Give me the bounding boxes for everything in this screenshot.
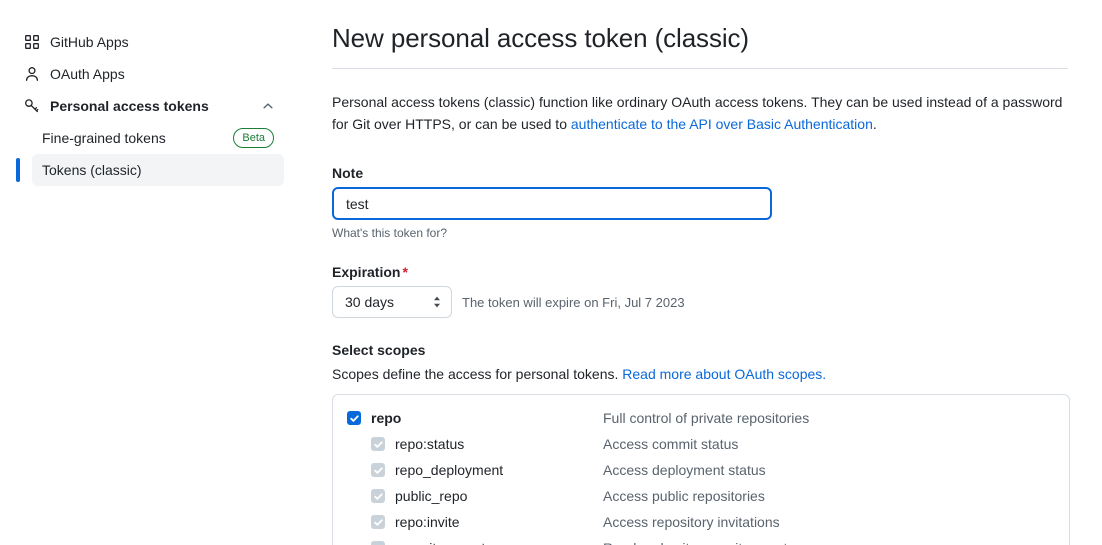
scope-checkbox-security-events <box>371 541 385 545</box>
apps-grid-icon <box>24 34 40 50</box>
required-asterisk: * <box>402 264 408 280</box>
sidebar-item-fine-grained-tokens[interactable]: Fine-grained tokens Beta <box>32 122 284 154</box>
active-indicator-bar <box>16 158 20 182</box>
expiration-row: 30 days The token will expire on Fri, Ju… <box>332 286 1068 318</box>
note-hint: What's this token for? <box>332 226 448 240</box>
scope-description: Access deployment status <box>603 462 766 478</box>
scope-name-cell: public_repo <box>347 488 603 504</box>
scope-row-public-repo: public_repo Access public repositories <box>333 483 1069 509</box>
scope-row-repo-deployment: repo_deployment Access deployment status <box>333 457 1069 483</box>
expiration-field-group: Expiration * 30 days The token will expir… <box>332 264 1068 318</box>
scope-row-repo-status: repo:status Access commit status <box>333 431 1069 457</box>
expiration-select-wrapper: 30 days <box>332 286 452 318</box>
scope-name-cell: repo:invite <box>347 514 603 530</box>
intro-paragraph: Personal access tokens (classic) functio… <box>332 91 1068 135</box>
main-content: New personal access token (classic) Pers… <box>300 0 1102 545</box>
sidebar-item-label: Personal access tokens <box>50 98 209 114</box>
oauth-scopes-link[interactable]: Read more about OAuth scopes. <box>622 366 826 382</box>
scope-name-cell: repo_deployment <box>347 462 603 478</box>
scope-row-repo[interactable]: repo Full control of private repositorie… <box>333 405 1069 431</box>
expiration-select[interactable]: 30 days <box>332 286 452 318</box>
scope-checkbox-repo[interactable] <box>347 411 361 425</box>
expiration-label-text: Expiration <box>332 264 401 280</box>
expiration-label: Expiration * <box>332 264 1068 280</box>
scope-label: security_events <box>395 540 492 545</box>
note-label: Note <box>332 165 364 181</box>
sidebar-item-github-apps[interactable]: GitHub Apps <box>16 26 284 58</box>
note-input[interactable] <box>332 187 772 220</box>
scopes-description-text: Scopes define the access for personal to… <box>332 366 623 382</box>
expiration-note: The token will expire on Fri, Jul 7 2023 <box>462 294 685 310</box>
scope-description: Access public repositories <box>603 488 765 504</box>
scope-description: Access commit status <box>603 436 739 452</box>
sidebar-item-personal-access-tokens[interactable]: Personal access tokens <box>16 90 284 122</box>
note-field-group: Note What's this token for? <box>332 165 1068 240</box>
scope-name-cell: security_events <box>347 540 603 545</box>
sidebar-item-oauth-apps[interactable]: OAuth Apps <box>16 58 284 90</box>
chevron-up-icon[interactable] <box>260 98 276 114</box>
scopes-section: Select scopes Scopes define the access f… <box>332 342 1070 545</box>
scope-row-security-events: security_events Read and write security … <box>333 535 1069 545</box>
scope-label: repo:status <box>395 436 465 452</box>
scope-description: Access repository invitations <box>603 514 780 530</box>
basic-auth-link[interactable]: authenticate to the API over Basic Authe… <box>571 116 873 132</box>
intro-text-after: . <box>872 116 877 132</box>
scope-label: repo <box>371 410 402 426</box>
scope-name-cell: repo <box>347 410 603 426</box>
sidebar-item-tokens-classic[interactable]: Tokens (classic) <box>16 154 284 186</box>
title-divider <box>332 68 1068 69</box>
scope-label: public_repo <box>395 488 468 504</box>
page-title: New personal access token (classic) <box>332 23 749 53</box>
sidebar-subitem-label: Tokens (classic) <box>42 162 142 178</box>
beta-badge: Beta <box>233 128 274 148</box>
scope-checkbox-repo-deployment <box>371 463 385 477</box>
scope-checkbox-repo-invite <box>371 515 385 529</box>
key-icon <box>24 98 40 114</box>
person-icon <box>24 66 40 82</box>
scope-label: repo_deployment <box>395 462 504 478</box>
sidebar-item-label: OAuth Apps <box>50 66 125 82</box>
scopes-description: Scopes define the access for personal to… <box>332 366 1068 382</box>
scope-description: Read and write security events <box>603 540 794 545</box>
scopes-heading: Select scopes <box>332 342 426 358</box>
sidebar-item-label: GitHub Apps <box>50 34 129 50</box>
sidebar-subnav: Fine-grained tokens Beta Tokens (classic… <box>16 122 284 186</box>
scope-checkbox-repo-status <box>371 437 385 451</box>
scope-name-cell: repo:status <box>347 436 603 452</box>
scope-checkbox-public-repo <box>371 489 385 503</box>
settings-page: GitHub Apps OAuth Apps Personal access t… <box>0 0 1102 545</box>
scope-description: Full control of private repositories <box>603 410 810 426</box>
sidebar-subitem-label: Fine-grained tokens <box>42 130 166 146</box>
scopes-list: repo Full control of private repositorie… <box>332 394 1070 545</box>
settings-sidebar: GitHub Apps OAuth Apps Personal access t… <box>0 0 300 545</box>
scope-row-repo-invite: repo:invite Access repository invitation… <box>333 509 1069 535</box>
scope-label: repo:invite <box>395 514 460 530</box>
